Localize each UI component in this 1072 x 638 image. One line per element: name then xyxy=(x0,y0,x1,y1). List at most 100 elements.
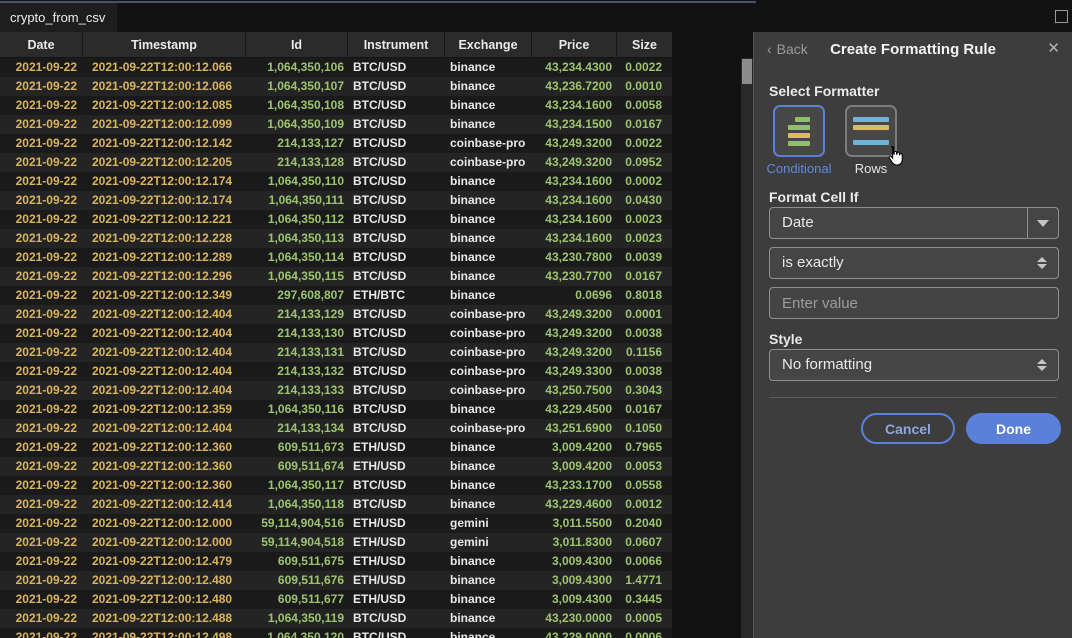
table-cell[interactable]: 3,011.5500 xyxy=(532,514,617,533)
table-cell[interactable]: 2021-09-22T12:00:12.480 xyxy=(83,571,246,590)
table-cell[interactable]: ETH/USD xyxy=(348,533,445,552)
table-cell[interactable]: 297,608,807 xyxy=(246,286,348,305)
table-cell[interactable]: 2021-09-22 xyxy=(0,286,83,305)
table-cell[interactable]: BTC/USD xyxy=(348,191,445,210)
table-cell[interactable]: 0.0006 xyxy=(617,628,672,638)
table-cell[interactable]: BTC/USD xyxy=(348,134,445,153)
table-cell[interactable]: 0.0053 xyxy=(617,457,672,476)
table-cell[interactable]: ETH/USD xyxy=(348,514,445,533)
close-icon[interactable]: ✕ xyxy=(1047,39,1060,57)
table-cell[interactable]: 2021-09-22 xyxy=(0,533,83,552)
table-cell[interactable]: binance xyxy=(445,58,532,77)
table-row[interactable]: 2021-09-222021-09-22T12:00:12.404214,133… xyxy=(0,324,672,343)
table-row[interactable]: 2021-09-222021-09-22T12:00:12.349297,608… xyxy=(0,286,672,305)
table-cell[interactable]: 2021-09-22T12:00:12.404 xyxy=(83,419,246,438)
table-cell[interactable]: 2021-09-22 xyxy=(0,58,83,77)
table-cell[interactable]: 0.0696 xyxy=(532,286,617,305)
table-cell[interactable]: 2021-09-22T12:00:12.359 xyxy=(83,400,246,419)
table-cell[interactable]: 1,064,350,113 xyxy=(246,229,348,248)
table-cell[interactable]: BTC/USD xyxy=(348,153,445,172)
table-cell[interactable]: 2021-09-22 xyxy=(0,77,83,96)
table-cell[interactable]: 2021-09-22T12:00:12.066 xyxy=(83,58,246,77)
table-cell[interactable]: 2021-09-22T12:00:12.488 xyxy=(83,609,246,628)
table-cell[interactable]: 43,249.3200 xyxy=(532,324,617,343)
table-cell[interactable]: 0.1050 xyxy=(617,419,672,438)
table-cell[interactable]: 43,229.4600 xyxy=(532,495,617,514)
table-cell[interactable]: BTC/USD xyxy=(348,115,445,134)
table-cell[interactable]: coinbase-pro xyxy=(445,343,532,362)
table-cell[interactable]: 43,229.0000 xyxy=(532,628,617,638)
table-cell[interactable]: 214,133,127 xyxy=(246,134,348,153)
table-cell[interactable]: coinbase-pro xyxy=(445,324,532,343)
table-cell[interactable]: BTC/USD xyxy=(348,419,445,438)
value-input[interactable] xyxy=(769,287,1059,319)
table-cell[interactable]: gemini xyxy=(445,514,532,533)
table-cell[interactable]: binance xyxy=(445,438,532,457)
table-cell[interactable]: binance xyxy=(445,628,532,638)
table-row[interactable]: 2021-09-222021-09-22T12:00:12.00059,114,… xyxy=(0,514,672,533)
table-cell[interactable]: 2021-09-22 xyxy=(0,628,83,638)
table-cell[interactable]: 2021-09-22T12:00:12.404 xyxy=(83,343,246,362)
table-cell[interactable]: 0.3043 xyxy=(617,381,672,400)
table-cell[interactable]: 2021-09-22T12:00:12.000 xyxy=(83,533,246,552)
table-cell[interactable]: 43,229.4500 xyxy=(532,400,617,419)
table-cell[interactable]: binance xyxy=(445,457,532,476)
table-cell[interactable]: coinbase-pro xyxy=(445,305,532,324)
table-cell[interactable]: 3,009.4200 xyxy=(532,457,617,476)
table-cell[interactable]: 2021-09-22T12:00:12.404 xyxy=(83,381,246,400)
table-cell[interactable]: binance xyxy=(445,248,532,267)
table-cell[interactable]: 43,234.1500 xyxy=(532,115,617,134)
table-cell[interactable]: 0.0430 xyxy=(617,191,672,210)
table-cell[interactable]: 2021-09-22 xyxy=(0,248,83,267)
table-row[interactable]: 2021-09-222021-09-22T12:00:12.142214,133… xyxy=(0,134,672,153)
table-cell[interactable]: 1,064,350,110 xyxy=(246,172,348,191)
table-cell[interactable]: BTC/USD xyxy=(348,96,445,115)
table-cell[interactable]: 1,064,350,106 xyxy=(246,58,348,77)
table-cell[interactable]: 43,250.7500 xyxy=(532,381,617,400)
table-cell[interactable]: 1,064,350,117 xyxy=(246,476,348,495)
table-cell[interactable]: 43,230.7700 xyxy=(532,267,617,286)
table-cell[interactable]: 0.0058 xyxy=(617,96,672,115)
column-header-id[interactable]: Id xyxy=(246,32,348,57)
table-cell[interactable]: ETH/USD xyxy=(348,590,445,609)
table-cell[interactable]: 214,133,131 xyxy=(246,343,348,362)
table-cell[interactable]: 3,009.4300 xyxy=(532,571,617,590)
table-cell[interactable]: 1,064,350,109 xyxy=(246,115,348,134)
table-cell[interactable]: 2021-09-22T12:00:12.174 xyxy=(83,191,246,210)
column-header-exchange[interactable]: Exchange xyxy=(445,32,532,57)
table-cell[interactable]: 0.0010 xyxy=(617,77,672,96)
column-header-size[interactable]: Size xyxy=(617,32,672,57)
table-cell[interactable]: 2021-09-22T12:00:12.296 xyxy=(83,267,246,286)
table-cell[interactable]: binance xyxy=(445,77,532,96)
table-cell[interactable]: binance xyxy=(445,191,532,210)
table-cell[interactable]: BTC/USD xyxy=(348,172,445,191)
table-cell[interactable]: 1,064,350,118 xyxy=(246,495,348,514)
table-cell[interactable]: 3,009.4200 xyxy=(532,438,617,457)
column-header-price[interactable]: Price xyxy=(532,32,617,57)
vertical-scrollbar[interactable] xyxy=(741,58,753,638)
table-cell[interactable]: BTC/USD xyxy=(348,267,445,286)
table-cell[interactable]: coinbase-pro xyxy=(445,419,532,438)
table-cell[interactable]: 1.4771 xyxy=(617,571,672,590)
table-cell[interactable]: BTC/USD xyxy=(348,476,445,495)
table-cell[interactable]: coinbase-pro xyxy=(445,381,532,400)
table-cell[interactable]: 0.0167 xyxy=(617,115,672,134)
table-row[interactable]: 2021-09-222021-09-22T12:00:12.2211,064,3… xyxy=(0,210,672,229)
table-cell[interactable]: binance xyxy=(445,286,532,305)
table-cell[interactable]: 3,011.8300 xyxy=(532,533,617,552)
table-row[interactable]: 2021-09-222021-09-22T12:00:12.0661,064,3… xyxy=(0,77,672,96)
table-cell[interactable]: 2021-09-22T12:00:12.099 xyxy=(83,115,246,134)
table-row[interactable]: 2021-09-222021-09-22T12:00:12.404214,133… xyxy=(0,381,672,400)
operator-dropdown[interactable]: is exactly xyxy=(769,247,1059,279)
table-row[interactable]: 2021-09-222021-09-22T12:00:12.2891,064,3… xyxy=(0,248,672,267)
table-row[interactable]: 2021-09-222021-09-22T12:00:12.0851,064,3… xyxy=(0,96,672,115)
table-cell[interactable]: 2021-09-22T12:00:12.228 xyxy=(83,229,246,248)
table-cell[interactable]: 2021-09-22 xyxy=(0,191,83,210)
table-cell[interactable]: ETH/BTC xyxy=(348,286,445,305)
table-cell[interactable]: ETH/USD xyxy=(348,571,445,590)
table-cell[interactable]: 0.0001 xyxy=(617,305,672,324)
table-cell[interactable]: 609,511,673 xyxy=(246,438,348,457)
table-cell[interactable]: 43,249.3200 xyxy=(532,343,617,362)
table-cell[interactable]: 0.0005 xyxy=(617,609,672,628)
table-cell[interactable]: 2021-09-22 xyxy=(0,552,83,571)
